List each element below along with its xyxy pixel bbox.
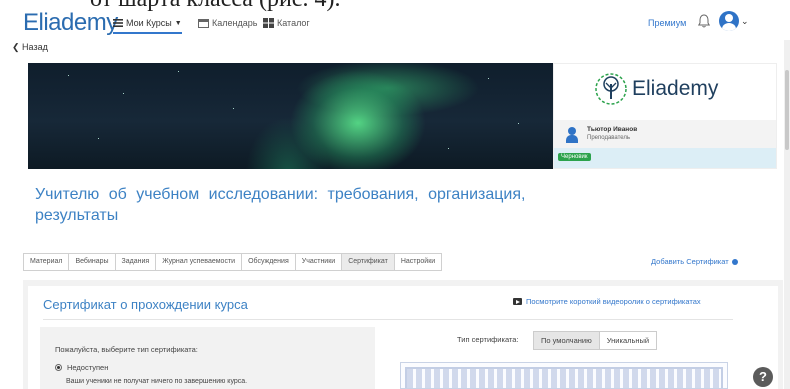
nav-my-courses-label: Мои Курсы	[126, 18, 172, 28]
type-default-button[interactable]: По умолчанию	[533, 331, 600, 350]
tab-certificate[interactable]: Сертификат	[342, 253, 395, 271]
radio-label: Недоступен	[67, 363, 109, 372]
course-banner-image	[28, 63, 553, 169]
tab-assignments[interactable]: Задания	[115, 253, 157, 271]
nav-catalog[interactable]: Каталог	[263, 18, 310, 28]
tab-webinars[interactable]: Вебинары	[69, 253, 116, 271]
draft-row: Черновик	[554, 148, 776, 168]
dot-icon	[731, 258, 738, 265]
help-button[interactable]: ?	[753, 367, 773, 387]
brand-logo-text: Eliademy	[632, 77, 719, 100]
type-unique-button[interactable]: Уникальный	[599, 331, 658, 350]
calendar-icon	[198, 19, 209, 28]
tab-settings[interactable]: Настройки	[394, 253, 443, 271]
choose-type-label: Пожалуйста, выберите тип сертификата:	[55, 345, 198, 354]
status-badge: Черновик	[558, 153, 591, 161]
avatar	[719, 11, 739, 31]
add-certificate-link[interactable]: Добавить Сертификат	[651, 257, 738, 266]
course-info-panel: Eliademy Тьютор Иванов Преподаватель Чер…	[553, 63, 777, 169]
grid-icon	[263, 18, 274, 28]
scrollbar-thumb[interactable]	[785, 70, 789, 150]
chevron-down-icon: ⌄	[741, 15, 749, 26]
course-tabs: Материал Вебинары Задания Журнал успевае…	[23, 253, 443, 271]
tutor-name: Тьютор Иванов	[587, 126, 638, 133]
tab-gradebook[interactable]: Журнал успеваемости	[156, 253, 243, 271]
app-logo[interactable]: Eliademy	[23, 9, 118, 37]
cert-type-toggle: По умолчанию Уникальный	[533, 331, 658, 350]
radio-button[interactable]	[55, 364, 62, 371]
add-certificate-label: Добавить Сертификат	[651, 257, 729, 266]
divider	[43, 319, 733, 320]
page-title: Учителю об учебном исследовании: требова…	[35, 186, 526, 224]
video-link[interactable]: Посмотрите короткий видеоролик о сертифи…	[513, 297, 701, 306]
premium-link[interactable]: Премиум	[648, 18, 686, 28]
certificate-preview	[400, 362, 728, 389]
brand-logo: Eliademy	[594, 72, 718, 106]
user-menu[interactable]: ⌄	[719, 11, 749, 31]
user-icon	[566, 127, 578, 143]
nav-calendar[interactable]: Календарь	[198, 18, 257, 28]
tutor-row: Тьютор Иванов Преподаватель	[554, 120, 776, 148]
cert-type-label: Тип сертификата:	[457, 335, 519, 344]
tab-material[interactable]: Материал	[23, 253, 70, 271]
tree-icon	[595, 73, 627, 105]
certificate-border-ornament	[405, 367, 723, 388]
tab-discussions[interactable]: Обсуждения	[242, 253, 296, 271]
option-description: Ваши ученики не получат ничего по заверш…	[66, 378, 248, 385]
chevron-down-icon: ▼	[174, 19, 182, 27]
bell-icon[interactable]	[698, 14, 710, 28]
back-link[interactable]: ❮ Назад	[12, 42, 48, 53]
menu-icon	[113, 19, 123, 27]
nav-my-courses[interactable]: Мои Курсы ▼	[113, 18, 182, 34]
section-heading: Сертификат о прохождении курса	[43, 297, 248, 312]
top-bar: Eliademy Мои Курсы ▼ Календарь Каталог П…	[0, 8, 790, 38]
video-icon	[513, 298, 522, 305]
nav-calendar-label: Календарь	[212, 18, 258, 28]
video-link-label: Посмотрите короткий видеоролик о сертифи…	[526, 297, 701, 306]
radio-unavailable[interactable]: Недоступен	[55, 363, 108, 372]
tutor-role: Преподаватель	[587, 135, 631, 141]
nav-catalog-label: Каталог	[277, 18, 310, 28]
tab-participants[interactable]: Участники	[295, 253, 343, 271]
